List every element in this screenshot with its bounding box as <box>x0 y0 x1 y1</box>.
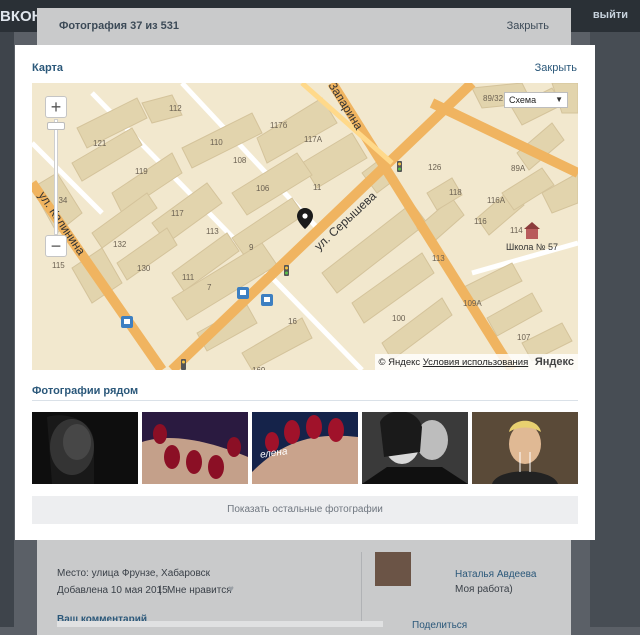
building-number: 7 <box>207 283 212 292</box>
bus-stop-icon[interactable] <box>121 316 133 328</box>
building-number: 89А <box>511 164 526 173</box>
show-more-photos-button[interactable]: Показать остальные фотографии <box>32 496 578 524</box>
share-link[interactable]: Поделиться <box>412 620 467 631</box>
modal-close-button[interactable]: Закрыть <box>535 62 577 74</box>
building-number: 107 <box>517 333 531 342</box>
modal-title: Карта <box>32 62 64 74</box>
building-number: 117б <box>270 121 288 130</box>
building-number: 108 <box>233 156 247 165</box>
photo-thumbnail <box>142 412 248 484</box>
building-number: 132 <box>113 240 127 249</box>
building-number: 16 <box>288 317 297 326</box>
photo-viewer-close[interactable]: Закрыть <box>507 20 549 32</box>
terms-link[interactable]: Условия использования <box>423 357 528 368</box>
zoom-out-button[interactable]: − <box>45 235 67 257</box>
building-number: 112 <box>169 104 182 113</box>
building-number: 169 <box>252 366 266 370</box>
building-number: 118 <box>449 188 462 197</box>
map-layer-value: Схема <box>509 95 537 105</box>
building-number: 114 <box>510 226 523 235</box>
map-layer-select[interactable]: Схема ▼ <box>504 92 568 108</box>
building-number: 119 <box>135 167 148 176</box>
divider <box>361 552 362 622</box>
traffic-light-icon <box>397 161 402 172</box>
thumb-3[interactable]: елена <box>252 412 358 484</box>
building-number: 121 <box>93 139 107 148</box>
map-view[interactable]: ул. Калинина ул. Серышева Запарина 112 1… <box>32 83 578 370</box>
building-number: 100 <box>392 314 406 323</box>
chevron-down-icon: ▼ <box>555 95 563 104</box>
building-number: 113 <box>206 227 219 236</box>
photo-counter: Фотография 37 из 531 <box>59 20 180 32</box>
building-number: 106 <box>256 184 270 193</box>
tagged-caption: Моя работа) <box>455 584 513 595</box>
building-number: 111 <box>182 273 195 282</box>
yandex-logo[interactable]: Яндекс <box>535 356 574 368</box>
building-number: 89/32 <box>483 94 504 103</box>
traffic-light-icon <box>181 359 186 370</box>
like-link[interactable]: Мне нравится <box>167 585 232 596</box>
building-number: 130 <box>137 264 151 273</box>
photo-added-date: Добавлена 10 мая 2015 <box>57 585 168 596</box>
building-number: 126 <box>428 163 442 172</box>
school-label[interactable]: Школа № 57 <box>506 242 558 252</box>
thumb-1[interactable] <box>32 412 138 484</box>
photo-thumbnail <box>362 412 468 484</box>
building-number: 11 <box>313 183 322 192</box>
building-number: 9 <box>249 243 254 252</box>
map-canvas[interactable]: ул. Калинина ул. Серышева Запарина 112 1… <box>32 83 578 370</box>
nearby-photos-title: Фотографии рядом <box>32 385 139 397</box>
building-number: 115 <box>52 261 65 270</box>
building-number: 110 <box>210 138 223 147</box>
building-number: 117А <box>304 135 323 144</box>
thumb-2[interactable] <box>142 412 248 484</box>
zoom-slider-handle[interactable] <box>47 122 65 130</box>
photo-thumbnail <box>472 412 578 484</box>
comment-input[interactable] <box>57 621 383 627</box>
tagged-user-name[interactable]: Наталья Авдеева <box>455 569 536 580</box>
right-sidebar <box>590 32 640 627</box>
zoom-slider-track[interactable] <box>54 119 58 235</box>
thumb-4[interactable] <box>362 412 468 484</box>
building-number: 113 <box>432 254 445 263</box>
left-sidebar <box>0 32 14 627</box>
avatar[interactable] <box>375 552 411 586</box>
photo-place[interactable]: Место: улица Фрунзе, Хабаровск <box>57 568 210 579</box>
divider <box>32 400 578 401</box>
photo-viewer-header: Фотография 37 из 531 Закрыть <box>37 8 571 44</box>
building-number: 116А <box>487 196 506 205</box>
building-number: 116 <box>474 217 487 226</box>
logout-link[interactable]: выйти <box>593 9 628 21</box>
separator: | <box>159 585 162 596</box>
building-number: 109А <box>463 299 482 308</box>
bus-stop-icon[interactable] <box>261 294 273 306</box>
copyright-text: © Яндекс <box>378 357 421 368</box>
building-number: 117 <box>171 209 184 218</box>
bus-stop-icon[interactable] <box>237 287 249 299</box>
map-attribution: © Яндекс Условия использования Яндекс <box>374 354 578 370</box>
map-modal: Карта Закрыть ул. Калинина ул. Серышева … <box>15 45 595 540</box>
traffic-light-icon <box>284 265 289 276</box>
thumb-5[interactable] <box>472 412 578 484</box>
zoom-in-button[interactable]: + <box>45 96 67 118</box>
heart-icon[interactable]: ♥ <box>228 584 234 595</box>
photo-thumbnail <box>32 412 138 484</box>
